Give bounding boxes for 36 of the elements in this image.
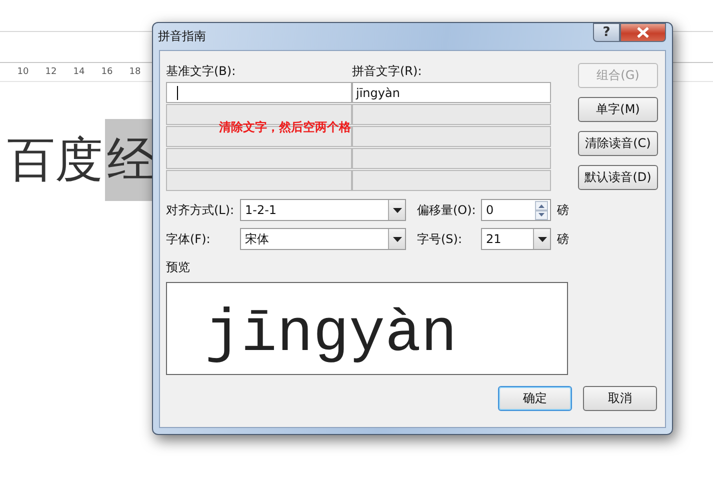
unit-label: 磅 <box>557 230 569 248</box>
spinner-arrows-icon <box>535 200 548 220</box>
input-field[interactable]: jīngyàn <box>352 82 551 103</box>
dropdown[interactable]: 21 <box>481 228 551 250</box>
ruler-number: 16 <box>101 67 113 77</box>
dropdown-arrow-icon <box>538 236 546 242</box>
dialog-button[interactable]: 取消 <box>583 386 657 411</box>
side-button[interactable]: 单字(M) <box>578 97 658 122</box>
dropdown[interactable]: 宋体 <box>240 228 406 250</box>
field-label: 对齐方式(L): <box>166 202 236 218</box>
preview-text: jīngyàn <box>205 300 458 371</box>
field-label: 偏移量(O): <box>417 202 477 218</box>
ruler-number: 10 <box>17 67 29 77</box>
input-field[interactable] <box>166 82 352 103</box>
dropdown-arrow-icon <box>392 236 402 242</box>
side-button[interactable]: 清除读音(C) <box>578 131 658 156</box>
field-label: 基准文字(B): <box>166 63 237 80</box>
spin-field[interactable]: 0 <box>481 199 551 221</box>
document-text: 百度 <box>6 131 104 190</box>
dropdown-arrow-icon <box>392 208 402 212</box>
ruler-number: 12 <box>45 67 57 77</box>
close-icon <box>636 27 650 38</box>
dropdown[interactable]: 1-2-1 <box>240 199 406 221</box>
unit-label: 磅 <box>557 202 569 218</box>
dialog-button[interactable]: 确定 <box>498 386 572 411</box>
ruler-number: 14 <box>73 67 85 77</box>
ruler-number: 18 <box>129 67 141 77</box>
field-label: 拼音文字(R): <box>352 63 422 80</box>
help-button[interactable]: ? <box>593 23 620 42</box>
window-title: 拼音指南 <box>158 28 206 45</box>
side-button[interactable]: 默认读音(D) <box>578 165 658 190</box>
section-label: 预览 <box>166 259 191 276</box>
annotation-text: 清除文字，然后空两个格 <box>219 119 351 136</box>
field-label: 字体(F): <box>166 230 212 248</box>
field-label: 字号(S): <box>417 230 464 248</box>
close-button[interactable] <box>620 23 666 42</box>
